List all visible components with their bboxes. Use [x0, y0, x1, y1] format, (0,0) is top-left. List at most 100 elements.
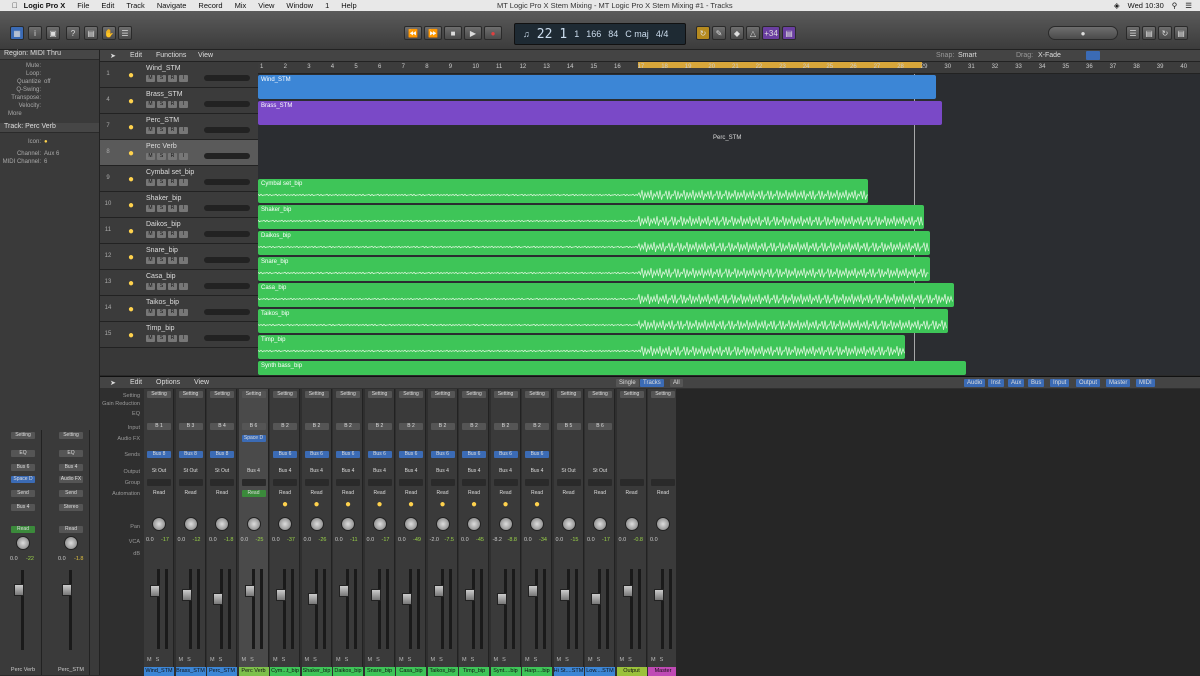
- track-volume-slider[interactable]: [204, 257, 250, 263]
- input-monitor-button[interactable]: I: [179, 283, 188, 290]
- send-slot[interactable]: Bus 6: [273, 451, 297, 458]
- pan-knob[interactable]: [624, 517, 639, 531]
- output-slot[interactable]: Bus 4: [525, 468, 549, 475]
- mute-button[interactable]: M: [146, 127, 155, 134]
- timpani-icon[interactable]: ●: [124, 328, 138, 342]
- track-volume-slider[interactable]: [204, 179, 250, 185]
- volume-fader[interactable]: [307, 593, 318, 605]
- volume-fader[interactable]: [150, 585, 160, 597]
- solo-button[interactable]: S: [250, 657, 254, 663]
- track-header[interactable]: 15 ● Timp_bip M S R I: [100, 322, 258, 348]
- filter-audio[interactable]: Audio: [964, 379, 986, 387]
- toolbar-button[interactable]: ▣: [46, 26, 60, 40]
- menu-record[interactable]: Record: [198, 1, 222, 10]
- record-enable-button[interactable]: R: [168, 231, 177, 238]
- mute-button[interactable]: M: [147, 657, 152, 663]
- group-slot[interactable]: [462, 479, 486, 486]
- output-slot[interactable]: Bus 4: [368, 468, 392, 475]
- solo-button[interactable]: S: [345, 657, 349, 663]
- pointer-icon[interactable]: ➤: [110, 52, 116, 60]
- send-slot[interactable]: Bus 6: [336, 451, 360, 458]
- send-slot[interactable]: Bus 8: [147, 451, 171, 458]
- filter-output[interactable]: Output: [1076, 379, 1101, 387]
- icon-row[interactable]: Icon: ●: [0, 139, 99, 147]
- mute-button[interactable]: M: [651, 657, 656, 663]
- pointer-icon[interactable]: ➤: [110, 379, 116, 387]
- automation-mode[interactable]: Read: [368, 490, 392, 497]
- audio-fx-slot[interactable]: Space D: [11, 476, 35, 483]
- output-slot[interactable]: Bus 4: [242, 468, 266, 475]
- smart-controls-button[interactable]: ✋: [102, 26, 116, 40]
- track-name[interactable]: Casa_bip: [146, 273, 176, 280]
- mute-button[interactable]: M: [146, 231, 155, 238]
- pan-knob[interactable]: [152, 517, 166, 531]
- apple-icon[interactable]: : [12, 1, 18, 10]
- volume-fader[interactable]: [213, 593, 223, 605]
- track-volume-slider[interactable]: [204, 153, 250, 159]
- snap-select[interactable]: Smart: [958, 52, 977, 59]
- pan-knob[interactable]: [16, 536, 30, 550]
- send-slot[interactable]: Send: [11, 490, 35, 497]
- setting-button[interactable]: Setting: [493, 391, 518, 398]
- audio-fx-slot[interactable]: Space D: [241, 435, 266, 442]
- output-slot[interactable]: Bus 4: [273, 468, 297, 475]
- pan-knob[interactable]: [498, 517, 513, 531]
- volume-fader[interactable]: [559, 589, 570, 601]
- solo-button[interactable]: S: [157, 101, 166, 108]
- output-slot[interactable]: Bus 4: [462, 468, 486, 475]
- search-icon[interactable]: ⚲: [1172, 1, 1178, 10]
- automation-mode[interactable]: Read: [525, 490, 549, 497]
- setting-button[interactable]: Setting: [11, 432, 35, 439]
- setting-button[interactable]: Setting: [399, 391, 423, 398]
- automation-mode[interactable]: Read: [11, 526, 35, 533]
- pan-knob[interactable]: [278, 517, 292, 531]
- automation-mode[interactable]: Read: [494, 490, 518, 497]
- record-enable-button[interactable]: R: [168, 335, 177, 342]
- mute-button[interactable]: M: [462, 657, 467, 663]
- menu-edit[interactable]: Edit: [101, 1, 114, 10]
- volume-value[interactable]: -8.2: [493, 537, 502, 543]
- master-volume-slider[interactable]: ●: [1048, 26, 1118, 40]
- volume-value[interactable]: 0.0: [272, 537, 280, 543]
- record-enable-button[interactable]: R: [168, 127, 177, 134]
- region[interactable]: Brass_STM: [258, 101, 942, 125]
- filter-inst[interactable]: Inst: [988, 379, 1004, 387]
- input-slot[interactable]: B 6: [241, 423, 266, 430]
- output-slot[interactable]: St Out: [210, 468, 234, 475]
- library-button[interactable]: ▦: [10, 26, 24, 40]
- record-enable-button[interactable]: R: [168, 75, 177, 82]
- solo-button[interactable]: S: [157, 127, 166, 134]
- track-name[interactable]: Perc_STM: [146, 117, 179, 124]
- mute-button[interactable]: M: [242, 657, 247, 663]
- mute-button[interactable]: M: [273, 657, 278, 663]
- solo-button[interactable]: S: [156, 657, 160, 663]
- region[interactable]: Timp_bip: [258, 335, 905, 359]
- rewind-button[interactable]: ⏪: [404, 26, 422, 40]
- mute-button[interactable]: M: [146, 283, 155, 290]
- group-slot[interactable]: [493, 479, 518, 486]
- track-header[interactable]: 14 ● Taikos_bip M S R I: [100, 296, 258, 322]
- pan-knob[interactable]: [404, 517, 418, 531]
- volume-value[interactable]: 0.0: [650, 537, 658, 543]
- send-slot[interactable]: Bus 8: [178, 451, 203, 458]
- forward-button[interactable]: ⏩: [424, 26, 442, 40]
- pointer-tool-button[interactable]: [1086, 51, 1100, 60]
- volume-fader[interactable]: [339, 585, 349, 597]
- automation-mode[interactable]: Read: [588, 490, 612, 497]
- solo-button[interactable]: S: [157, 257, 166, 264]
- solo-button[interactable]: S: [157, 75, 166, 82]
- input-monitor-button[interactable]: I: [179, 75, 188, 82]
- taiko-icon[interactable]: ●: [124, 302, 138, 316]
- output-slot[interactable]: Bus 4: [494, 468, 518, 475]
- mixer-edit-menu[interactable]: Edit: [130, 379, 142, 386]
- menu-help[interactable]: Help: [341, 1, 356, 10]
- volume-value[interactable]: 0.0: [10, 556, 18, 562]
- tracks-edit-menu[interactable]: Edit: [130, 52, 142, 59]
- send-slot[interactable]: Bus 6: [493, 451, 518, 458]
- automation-mode[interactable]: Read: [651, 490, 675, 497]
- countin-button[interactable]: △: [746, 26, 760, 40]
- mute-button[interactable]: M: [146, 335, 155, 342]
- drum-icon[interactable]: ●: [124, 224, 138, 238]
- record-enable-button[interactable]: R: [168, 283, 177, 290]
- input-monitor-button[interactable]: I: [179, 257, 188, 264]
